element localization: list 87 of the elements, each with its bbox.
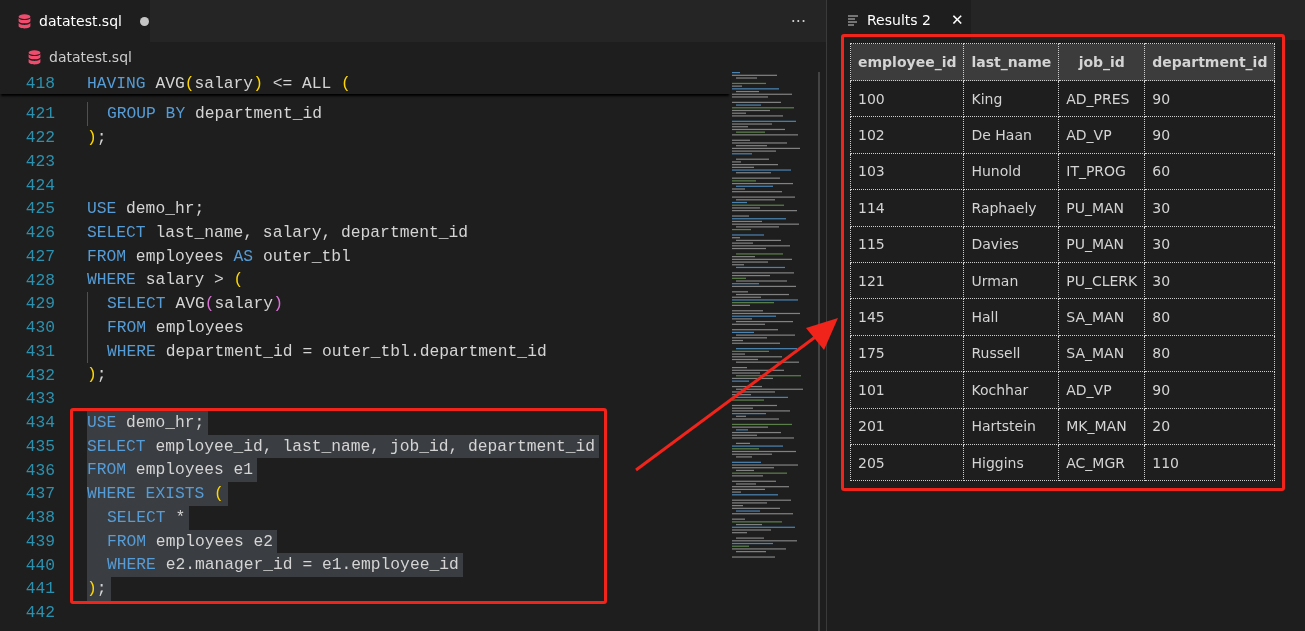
column-header: department_id <box>1144 43 1275 81</box>
line-number: 428 <box>24 270 55 290</box>
line-number: 435 <box>24 436 55 456</box>
line-number: 422 <box>24 128 55 148</box>
table-cell: Urman <box>963 262 1059 299</box>
line-number: 441 <box>24 579 55 599</box>
table-cell: AC_MGR <box>1058 444 1145 481</box>
table-cell: 103 <box>850 153 964 190</box>
database-icon <box>18 13 31 29</box>
line-number: 418 <box>24 74 55 94</box>
table-cell: 20 <box>1144 408 1275 445</box>
code-line: WHERE salary > ( <box>87 269 245 292</box>
table-cell: 102 <box>850 116 964 154</box>
table-cell: Raphaely <box>963 189 1059 227</box>
line-number: 440 <box>24 555 55 575</box>
table-cell: PU_CLERK <box>1058 262 1145 299</box>
table-cell: SA_MAN <box>1058 335 1145 372</box>
table-cell: 110 <box>1144 444 1275 481</box>
database-icon <box>28 49 41 65</box>
line-number: 434 <box>24 413 55 433</box>
line-number: 436 <box>24 460 55 480</box>
table-cell: Kochhar <box>963 371 1059 408</box>
editor-tab[interactable]: datatest.sql <box>0 0 150 42</box>
table-cell: 60 <box>1144 153 1275 190</box>
list-icon <box>847 14 859 26</box>
table-cell: AD_VP <box>1058 371 1145 408</box>
line-number: 427 <box>24 246 55 266</box>
line-number: 421 <box>24 104 55 124</box>
code-line: ); <box>87 364 108 387</box>
table-cell: Russell <box>963 335 1059 372</box>
column-header: employee_id <box>850 43 964 81</box>
table-cell: AD_VP <box>1058 116 1145 154</box>
table-cell: 145 <box>850 298 964 336</box>
results-tab[interactable]: Results 2 ✕ <box>827 0 971 40</box>
line-number: 431 <box>24 341 55 361</box>
table-cell: 80 <box>1144 298 1275 336</box>
line-number: 430 <box>24 318 55 338</box>
code-line: HAVING AVG(salary) <= ALL ( <box>87 73 352 95</box>
code-line: ); <box>87 126 108 149</box>
table-cell: 101 <box>850 371 964 408</box>
line-number: 426 <box>24 223 55 243</box>
table-cell: 201 <box>850 408 964 445</box>
column-header: last_name <box>963 43 1059 81</box>
table-cell: Higgins <box>963 444 1059 481</box>
code-line: SELECT last_name, salary, department_id <box>87 221 470 244</box>
table-cell: 115 <box>850 226 964 263</box>
table-cell: MK_MAN <box>1058 408 1145 445</box>
table-cell: King <box>963 80 1059 117</box>
table-cell: Hartstein <box>963 408 1059 445</box>
table-cell: IT_PROG <box>1058 153 1145 190</box>
table-cell: Davies <box>963 226 1059 263</box>
scrollbar[interactable] <box>818 72 820 631</box>
line-number: 425 <box>24 199 55 219</box>
table-cell: PU_MAN <box>1058 189 1145 227</box>
table-cell: 175 <box>850 335 964 372</box>
code-line: USE demo_hr; <box>87 198 206 220</box>
table-cell: Hunold <box>963 153 1059 190</box>
table-cell: 30 <box>1144 189 1275 227</box>
table-cell: 90 <box>1144 116 1275 154</box>
close-button[interactable]: ✕ <box>950 11 964 29</box>
table-cell: 90 <box>1144 371 1275 408</box>
table-cell: De Haan <box>963 116 1059 154</box>
more-actions-button[interactable]: ··· <box>790 11 806 31</box>
table-cell: Hall <box>963 298 1059 336</box>
table-cell: 30 <box>1144 226 1275 263</box>
table-cell: 30 <box>1144 262 1275 299</box>
table-cell: AD_PRES <box>1058 80 1145 117</box>
line-number: 442 <box>24 603 55 623</box>
table-cell: 100 <box>850 80 964 117</box>
code-line: FROM employees AS outer_tbl <box>87 245 352 268</box>
table-cell: SA_MAN <box>1058 298 1145 336</box>
table-cell: 205 <box>850 444 964 481</box>
line-number: 439 <box>24 531 55 551</box>
column-header: job_id <box>1058 43 1145 81</box>
line-number: 424 <box>24 175 55 195</box>
table-cell: 121 <box>850 262 964 299</box>
table-cell: 114 <box>850 189 964 227</box>
line-number: 438 <box>24 508 55 528</box>
line-number: 429 <box>24 294 55 314</box>
line-number: 423 <box>24 151 55 171</box>
line-number: 432 <box>24 365 55 385</box>
table-cell: PU_MAN <box>1058 226 1145 263</box>
table-cell: 90 <box>1144 80 1275 117</box>
line-number: 437 <box>24 484 55 504</box>
line-number: 433 <box>24 389 55 409</box>
breadcrumb-item[interactable]: datatest.sql <box>49 49 132 65</box>
table-cell: 80 <box>1144 335 1275 372</box>
